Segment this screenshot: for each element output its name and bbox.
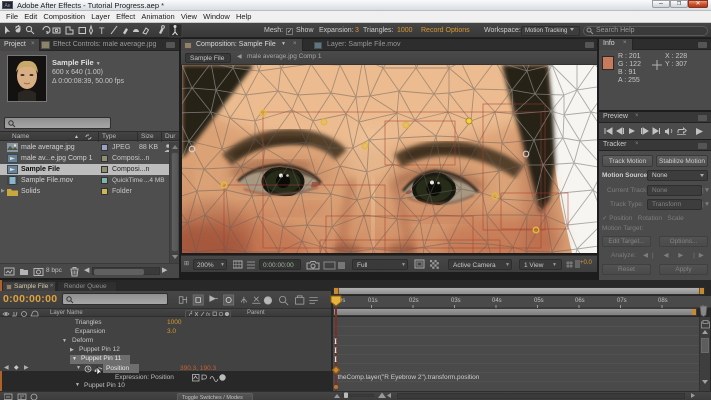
svg-text:fx: fx (206, 312, 211, 317)
svg-text:T: T (99, 26, 105, 36)
